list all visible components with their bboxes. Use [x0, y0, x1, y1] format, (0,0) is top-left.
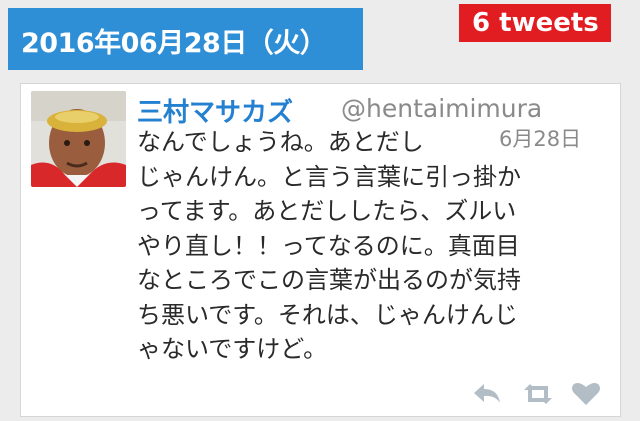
retweet-icon[interactable]: [521, 381, 555, 407]
tweet-count-text: 6 tweets: [472, 8, 599, 38]
date-header-text: 2016年06月28日（火）: [21, 28, 327, 59]
avatar[interactable]: [31, 91, 126, 187]
author-name[interactable]: 三村マサカズ: [137, 92, 293, 129]
reply-icon[interactable]: [470, 381, 504, 407]
tweet-text: なんでしょうね。あとだし じゃんけん。と言う言葉に引っ掛か ってます。あとだしし…: [137, 128, 521, 363]
date-header: 2016年06月28日（火）: [8, 8, 363, 70]
author-handle[interactable]: @hentaimimura: [341, 94, 542, 123]
tweet-card: 三村マサカズ @hentaimimura 6月28日 なんでしょうね。あとだし …: [20, 83, 621, 417]
favorite-icon[interactable]: [569, 381, 603, 407]
tweet-count-badge: 6 tweets: [459, 4, 611, 42]
avatar-image: [31, 91, 126, 187]
